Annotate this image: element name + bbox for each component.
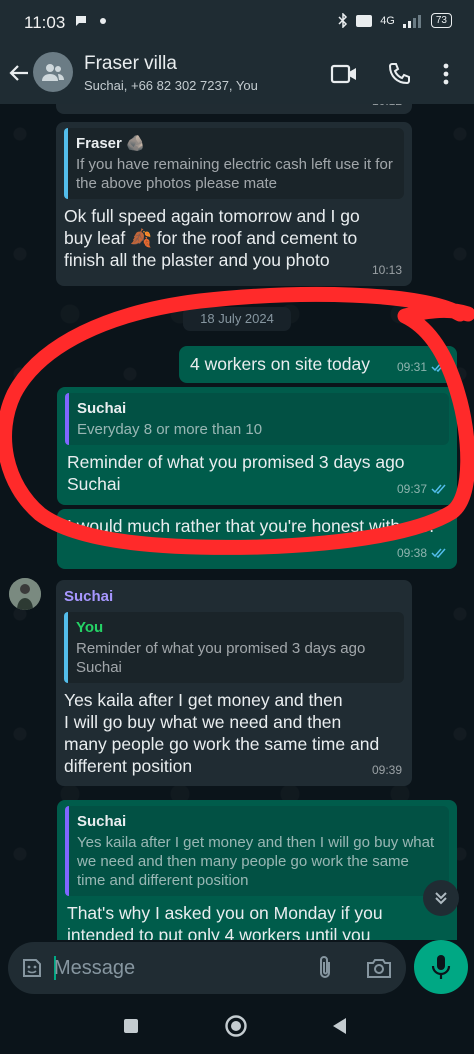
message-text: That's why I asked you on Monday if you … bbox=[67, 903, 383, 940]
attach-icon[interactable] bbox=[316, 955, 334, 981]
mic-icon bbox=[431, 955, 451, 979]
message-bubble[interactable]: Suchai Everyday 8 or more than 10 Remind… bbox=[57, 387, 457, 505]
read-ticks-icon bbox=[431, 548, 446, 558]
quoted-sender: You bbox=[76, 619, 104, 636]
message-input[interactable] bbox=[54, 955, 294, 981]
message-bubble[interactable]: I would much rather that you're honest w… bbox=[57, 509, 457, 569]
scroll-down-button[interactable] bbox=[423, 880, 459, 916]
sender-name[interactable]: Suchai bbox=[64, 586, 404, 608]
quoted-message[interactable]: Suchai Yes kaila after I get money and t… bbox=[65, 806, 449, 896]
status-bar: 11:03 4G 73 bbox=[0, 0, 474, 46]
status-time: 11:03 bbox=[24, 13, 66, 32]
message-bubble[interactable]: 4 workers on site today 09:31 bbox=[179, 346, 457, 383]
system-nav-bar bbox=[0, 996, 474, 1054]
quoted-sender: Suchai bbox=[77, 400, 127, 417]
sticker-icon[interactable] bbox=[20, 956, 44, 980]
quoted-message[interactable]: Fraser 🪨 If you have remaining electric … bbox=[64, 128, 404, 199]
message-text: I would much rather that you're honest w… bbox=[67, 516, 435, 536]
sender-avatar[interactable] bbox=[9, 578, 41, 610]
message-text: 4 workers on site today bbox=[190, 354, 370, 374]
message-meta: 09:37 bbox=[397, 478, 447, 500]
battery-indicator: 73 bbox=[430, 13, 452, 28]
message-bubble[interactable]: Fraser 🪨 If you have remaining electric … bbox=[56, 122, 412, 286]
more-options-icon[interactable] bbox=[442, 62, 450, 86]
quoted-sender: Fraser 🪨 bbox=[76, 135, 145, 152]
message-time: 09:31 bbox=[396, 360, 427, 374]
mic-button[interactable] bbox=[414, 940, 468, 994]
volte-icon bbox=[356, 14, 373, 27]
recents-button-icon[interactable] bbox=[123, 1018, 139, 1034]
message-meta: 09:31 bbox=[397, 356, 447, 378]
chat-title[interactable]: Fraser villa bbox=[84, 53, 177, 75]
signal-icon bbox=[402, 14, 421, 28]
message-meta: 09:38 bbox=[397, 542, 447, 564]
message-time: 09:39 bbox=[371, 763, 402, 777]
message-time: 10:13 bbox=[371, 263, 402, 277]
message-text: Reminder of what you promised 3 days ago… bbox=[67, 452, 405, 494]
quoted-sender: Suchai bbox=[77, 813, 127, 830]
chat-header: Fraser villa Suchai, +66 82 302 7237, Yo… bbox=[0, 46, 474, 104]
quoted-text: Everyday 8 or more than 10 bbox=[77, 421, 263, 438]
home-button-icon[interactable] bbox=[224, 1014, 248, 1038]
date-divider: 18 July 2024 bbox=[183, 307, 291, 331]
message-list[interactable]: 10:12 Fraser 🪨 If you have remaining ele… bbox=[0, 104, 474, 940]
message-text: Yes kaila after I get money and then I w… bbox=[64, 690, 380, 776]
back-button-icon[interactable] bbox=[330, 1016, 348, 1036]
message-text: Ok full speed again tomorrow and I go bu… bbox=[64, 206, 360, 270]
quoted-message[interactable]: Suchai Everyday 8 or more than 10 bbox=[65, 393, 449, 445]
quoted-text: Reminder of what you promised 3 days ago… bbox=[76, 640, 366, 676]
message-time: 10:12 bbox=[372, 104, 402, 112]
message-bubble[interactable]: Suchai Yes kaila after I get money and t… bbox=[57, 800, 457, 940]
chat-participants[interactable]: Suchai, +66 82 302 7237, You bbox=[84, 78, 258, 93]
quoted-text: If you have remaining electric cash left… bbox=[76, 156, 393, 192]
camera-icon[interactable] bbox=[366, 957, 392, 979]
network-type: 4G bbox=[380, 14, 395, 27]
message-notification-icon bbox=[76, 16, 86, 26]
group-avatar-icon[interactable] bbox=[33, 52, 73, 92]
read-ticks-icon bbox=[431, 362, 446, 372]
back-arrow-icon[interactable] bbox=[8, 62, 30, 84]
voice-call-icon[interactable] bbox=[387, 62, 411, 86]
message-bubble[interactable]: Suchai You Reminder of what you promised… bbox=[56, 580, 412, 786]
video-call-icon[interactable] bbox=[330, 62, 358, 86]
message-time: 09:38 bbox=[396, 546, 427, 560]
message-bubble[interactable]: 10:12 bbox=[56, 104, 412, 114]
scroll-down-icon bbox=[435, 892, 447, 905]
leaf-emoji: 🍂 bbox=[130, 228, 152, 248]
message-field[interactable] bbox=[8, 942, 406, 994]
compose-bar bbox=[0, 940, 474, 996]
quoted-text: Yes kaila after I get money and then I w… bbox=[77, 834, 435, 889]
message-time: 09:37 bbox=[396, 482, 427, 496]
dot-icon bbox=[100, 18, 106, 24]
read-ticks-icon bbox=[431, 484, 446, 494]
bluetooth-icon bbox=[338, 13, 348, 28]
quoted-message[interactable]: You Reminder of what you promised 3 days… bbox=[64, 612, 404, 683]
